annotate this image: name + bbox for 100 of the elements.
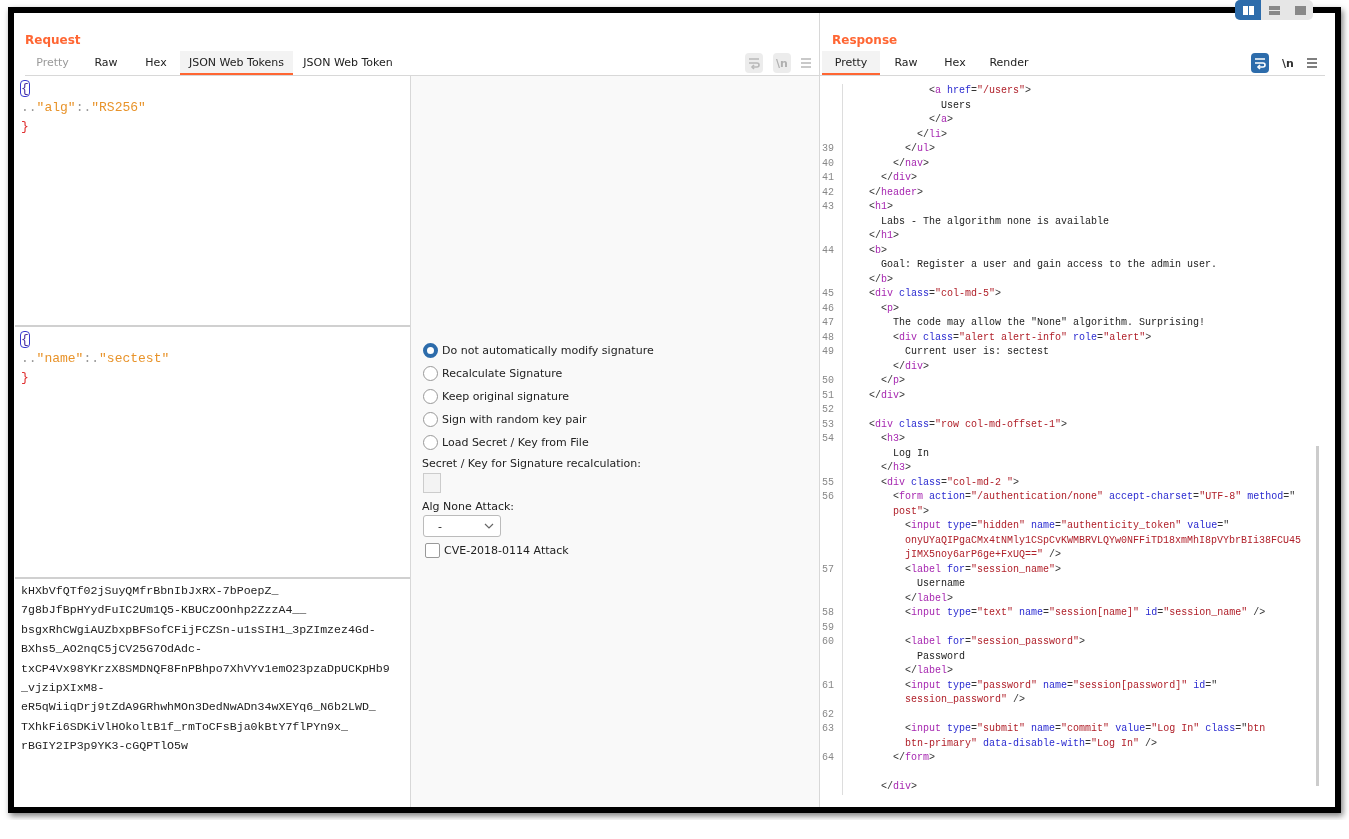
line-number: 55 [820, 475, 843, 490]
line-number: 46 [820, 301, 843, 316]
code-line: post"> [892, 504, 930, 519]
code-line: </a> [928, 113, 954, 127]
code-line: <label for="session_name"> [904, 562, 1062, 577]
code-line: onyUYaQIPgaCMx4tNMly1CSpCvKWMBRVLQYw0NFFiTD18xmMhI8pVYbrBIi38FCU45 [904, 533, 1302, 548]
code-line: <input type="hidden" name="authenticity_token" value=" [904, 519, 1230, 533]
code-line: <input type="password" name="session[password]" id=" [904, 678, 1218, 693]
line-number: 63 [820, 722, 843, 737]
brace: } [21, 370, 29, 385]
tab[interactable]: Raw [80, 51, 132, 75]
code-line: Log In [892, 446, 929, 461]
line-number: 44 [820, 243, 843, 258]
line-number: 51 [820, 388, 843, 403]
code-line: <h3> [880, 432, 906, 446]
code-line: <b> [868, 243, 888, 258]
tab[interactable]: JSON Web Tokens [180, 51, 293, 75]
columns-layout-icon [1242, 5, 1254, 15]
code-line: Current user is: sectest [904, 345, 1050, 359]
code-line: </label> [904, 664, 954, 678]
layout-toggle[interactable] [1235, 0, 1261, 20]
code-line: <form action="/authentication/none" accept-charset="UTF-8" method=" [892, 490, 1296, 504]
code-line: </h3> [880, 461, 912, 475]
code-line: <div class="row col-md-offset-1"> [868, 417, 1068, 432]
panel-title: Response [832, 33, 899, 49]
radio-circle[interactable] [423, 412, 438, 427]
line-number: 59 [820, 620, 843, 635]
tab[interactable]: Raw [880, 51, 932, 75]
code-line: <input type="text" name="session[name]" id="session_name" /> [904, 606, 1266, 620]
line-number: 50 [820, 374, 843, 389]
brace: { [21, 81, 29, 96]
code-line: <a href="/users"> [928, 84, 1032, 98]
brace: } [21, 119, 29, 134]
line-number: 47 [820, 316, 843, 331]
code-line: <p> [880, 301, 900, 316]
word-wrap-toggle[interactable] [1251, 53, 1269, 73]
code-line: </label> [904, 591, 954, 606]
line-number: 49 [820, 345, 843, 360]
field-label: Secret / Key for Signature recalculation: [422, 455, 641, 472]
radio-option[interactable]: Keep original signature [423, 385, 819, 408]
tab[interactable]: Pretty [822, 51, 880, 75]
line-number: 54 [820, 432, 843, 447]
signature-text: TXhkFi6SDKiVlHOkoltB1f_rmToCFsBja0kBtY7flPYn9x_ [21, 718, 348, 735]
tab[interactable]: Hex [132, 51, 180, 75]
code-line: </header> [868, 185, 924, 200]
line-number: 60 [820, 635, 843, 650]
line-number: 62 [820, 707, 843, 722]
json-line: .."name":."sectest" [21, 350, 170, 368]
signature-text: rBGIY2IP3p9YK3-cGQPTlO5w [21, 738, 188, 755]
line-number: 48 [820, 330, 843, 345]
input-field[interactable] [423, 473, 441, 493]
line-number: 57 [820, 562, 843, 577]
signature-text: txCP4Vx98YKrzX8SMDNQF8FnPBhpo7XhVYv1emO23pzaDpUCKpHb9 [21, 660, 390, 677]
code-line: The code may allow the "None" algorithm. Surprising! [892, 316, 1206, 330]
code-line: </b> [868, 272, 894, 287]
line-number: 45 [820, 287, 843, 302]
code-line: btn-primary" data-disable-with="Log In" /> [904, 736, 1158, 751]
code-line: </nav> [892, 156, 930, 171]
line-number: 58 [820, 606, 843, 621]
code-line: Username [916, 577, 965, 591]
radio-circle[interactable] [423, 389, 438, 404]
code-line: </div> [868, 388, 906, 403]
signature-text: 7g8bJfBpHYydFuIC2Um1Q5-KBUCzOOnhp2ZzzA4__ [21, 602, 307, 619]
code-line: Password [916, 649, 965, 664]
signature-text: eR5qWiiqDrj9tZdA9GRhwhMOn3DedNwADn34wXEYq6_N6b2LWD_ [21, 699, 376, 716]
wrap-icon [747, 56, 761, 70]
radio-option[interactable]: Recalculate Signature [423, 362, 819, 385]
dropdown[interactable]: - [423, 515, 501, 537]
line-number: 53 [820, 417, 843, 432]
line-number: 40 [820, 156, 843, 171]
rows-layout-icon [1268, 5, 1280, 15]
radio-circle[interactable] [423, 366, 438, 381]
line-number: 42 [820, 185, 843, 200]
newline-toggle[interactable]: \n [1279, 53, 1297, 73]
radio-option[interactable]: Do not automatically modify signature [423, 339, 819, 362]
tab[interactable]: JSON Web Token [293, 51, 403, 75]
radio-option[interactable]: Load Secret / Key from File [423, 431, 819, 454]
tab[interactable]: Render [978, 51, 1040, 75]
field-label: Alg None Attack: [422, 498, 515, 515]
line-number: 41 [820, 171, 843, 186]
code-line: </h1> [868, 229, 900, 243]
panel-title: Request [25, 33, 82, 49]
brace: { [21, 332, 29, 347]
signature-text: kHXbVfQTf02jSuyQMfrBbnIbJxRX-7bPoepZ_ [21, 583, 279, 599]
json-line: .."alg":."RS256" [21, 99, 146, 117]
menu-icon[interactable] [1307, 57, 1317, 69]
radio-circle[interactable] [423, 343, 438, 358]
signature-text: bsgxRhCWgiAUZbxpBFSofCFijFCZSn-u1sSIH1_3pZImzez4Gd- [21, 621, 376, 638]
code-line: Users [940, 98, 972, 113]
code-line: </ul> [904, 142, 936, 156]
radio-circle[interactable] [423, 435, 438, 450]
menu-icon[interactable] [801, 57, 811, 69]
code-line: Labs - The algorithm none is available [880, 214, 1110, 229]
wrap-icon [1253, 56, 1267, 70]
code-line: </p> [880, 374, 906, 388]
tab[interactable]: Hex [932, 51, 978, 75]
checkbox-label: CVE-2018-0114 Attack [444, 543, 569, 557]
line-number: 64 [820, 751, 843, 766]
radio-option[interactable]: Sign with random key pair [423, 408, 819, 431]
checkbox[interactable] [425, 542, 440, 558]
